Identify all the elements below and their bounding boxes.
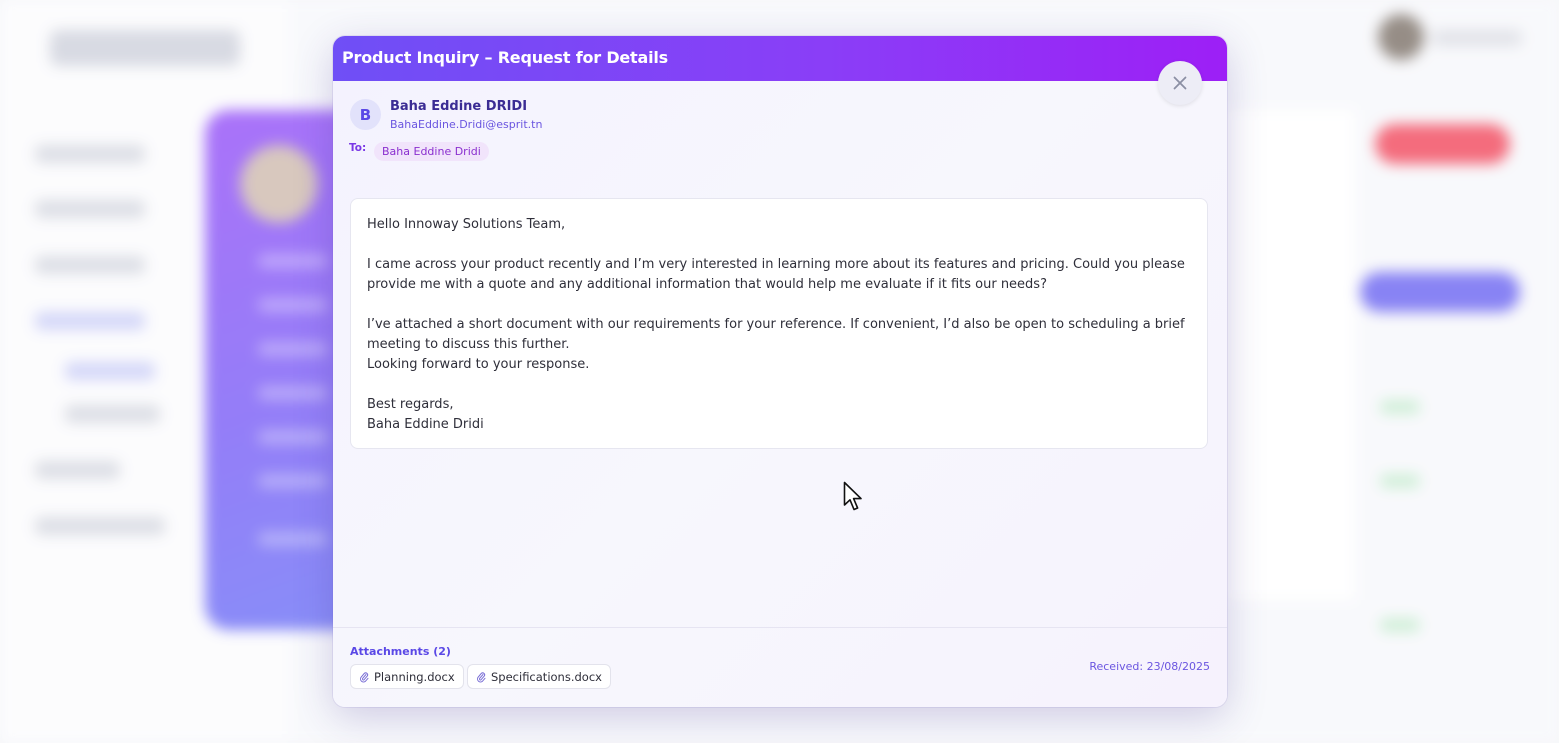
paperclip-icon [477,671,486,682]
sender-email[interactable]: BahaEddine.Dridi@esprit.tn [390,118,542,131]
attachment-chip[interactable]: Planning.docx [350,664,464,689]
sender-avatar: B [350,99,381,130]
message-signature: Baha Eddine Dridi [367,417,484,432]
attachments-label: Attachments (2) [350,645,451,658]
message-greeting: Hello Innoway Solutions Team, [367,217,566,232]
modal-header: Product Inquiry – Request for Details [333,36,1227,81]
close-button[interactable] [1158,61,1202,105]
paperclip-icon [360,671,369,682]
recipient-chip: Baha Eddine Dridi [374,142,489,161]
message-closing: Best regards, [367,397,454,412]
recipient-label: To: [349,142,367,154]
close-icon [1173,76,1187,90]
sender-name: Baha Eddine DRIDI [390,99,528,114]
mouse-pointer-icon [843,481,862,511]
footer-divider [333,627,1227,628]
message-body: Hello Innoway Solutions Team, I came acr… [350,198,1208,449]
attachment-name: Planning.docx [374,669,455,684]
received-date: Received: 23/08/2025 [1089,660,1210,673]
message-paragraph: I came across your product recently and … [367,257,1185,292]
modal-title: Product Inquiry – Request for Details [342,48,668,67]
message-paragraph: Looking forward to your response. [367,357,590,372]
attachment-name: Specifications.docx [491,669,602,684]
message-modal: Product Inquiry – Request for Details B … [333,36,1227,707]
message-paragraph: I’ve attached a short document with our … [367,317,1185,352]
attachment-chip[interactable]: Specifications.docx [467,664,611,689]
